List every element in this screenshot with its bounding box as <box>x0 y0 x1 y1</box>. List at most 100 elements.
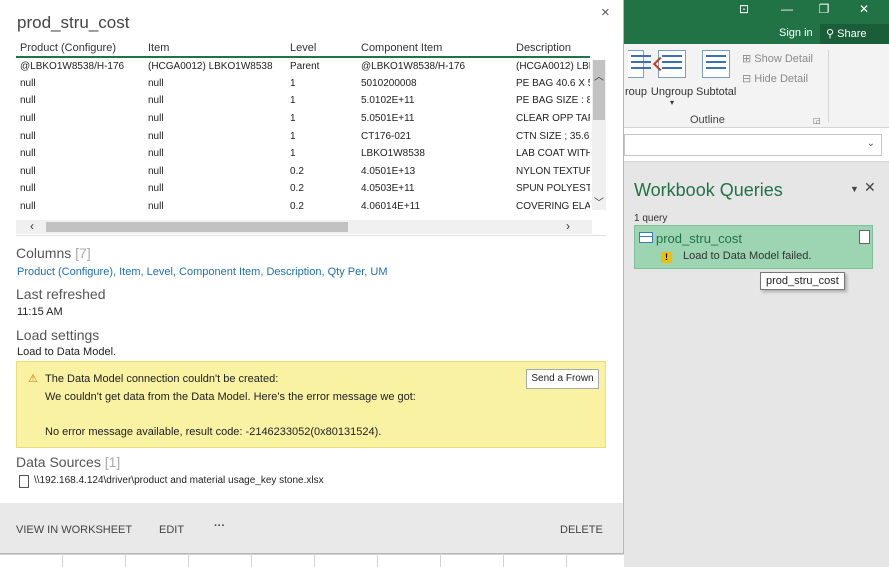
column-header: Component Item <box>357 40 512 58</box>
table-cell: null <box>148 113 164 125</box>
error-line-3: No error message available, result code:… <box>45 426 382 438</box>
table-cell: SPUN POLYESTE <box>516 183 590 195</box>
show-detail-label: Show Detail <box>754 53 813 65</box>
popup-footer: VIEW IN WORKSHEET EDIT ··· DELETE <box>0 503 623 553</box>
table-cell: 1 <box>290 113 296 125</box>
table-cell: null <box>148 183 164 195</box>
ungroup-label: Ungroup <box>650 86 694 98</box>
last-refreshed-heading: Last refreshed <box>16 286 106 302</box>
column-header: Item <box>144 40 286 58</box>
table-row: null null 1 5.0102E+11 PE BAG SIZE : 82 <box>16 92 590 110</box>
table-cell: null <box>20 130 36 142</box>
query-card[interactable]: prod_stru_cost ! Load to Data Model fail… <box>634 225 873 269</box>
document-icon[interactable] <box>859 230 870 244</box>
vertical-scrollbar[interactable]: ︿ ﹀ <box>592 60 606 210</box>
table-row: null null 0.2 4.0503E+11 SPUN POLYESTE <box>16 180 590 198</box>
chevron-up-icon[interactable]: ︿ <box>592 68 606 83</box>
subtotal-button[interactable]: Subtotal <box>696 50 736 98</box>
preview-table: Product (Configure) Item Level Component… <box>16 40 590 215</box>
chevron-down-icon[interactable]: ﹀ <box>592 194 606 209</box>
table-cell: 4.0503E+11 <box>361 183 415 195</box>
table-cell: 5.0102E+11 <box>361 95 415 107</box>
data-sources-heading: Data Sources [1] <box>16 454 120 470</box>
more-options-button[interactable]: ··· <box>214 520 225 532</box>
table-cell: null <box>20 201 36 213</box>
table-cell: null <box>148 95 164 107</box>
sign-in-link[interactable]: Sign in <box>779 27 813 39</box>
pane-close-icon[interactable]: ✕ <box>864 179 876 196</box>
query-count: 1 query <box>634 213 668 224</box>
table-row: @LBKO1W8538/H-176 (HCGA0012) LBKO1W8538 … <box>16 57 590 75</box>
file-icon <box>19 475 29 488</box>
table-cell: null <box>148 130 164 142</box>
columns-list[interactable]: Product (Configure), Item, Level, Compon… <box>17 266 387 278</box>
error-line-1: The Data Model connection couldn't be cr… <box>45 373 279 385</box>
restore-icon[interactable]: ❐ <box>804 1 844 19</box>
subtotal-icon <box>702 50 730 78</box>
workbook-queries-title: Workbook Queries <box>634 180 783 200</box>
table-cell: null <box>148 201 164 213</box>
ribbon-separator <box>828 50 829 122</box>
warning-icon: ! <box>661 252 672 263</box>
error-message-box: ⚠ The Data Model connection couldn't be … <box>16 361 606 448</box>
last-refreshed-value: 11:15 AM <box>17 306 63 318</box>
table-row: null null 0.2 4.0501E+13 NYLON TEXTUR <box>16 163 590 181</box>
data-sources-heading-label: Data Sources <box>16 454 101 470</box>
edit-button[interactable]: EDIT <box>159 524 184 536</box>
table-cell: PE BAG 40.6 X 5 <box>516 77 590 89</box>
horizontal-scrollbar[interactable]: ‹ › <box>16 219 592 234</box>
column-header: Level <box>286 40 357 58</box>
group-icon <box>628 50 651 78</box>
table-cell: null <box>20 95 36 107</box>
view-in-worksheet-button[interactable]: VIEW IN WORKSHEET <box>16 524 132 536</box>
outline-group-label: Outline <box>690 114 725 126</box>
popup-title: prod_stru_cost <box>17 13 130 32</box>
person-icon: ⚲ <box>826 28 838 40</box>
minimize-icon[interactable]: — <box>767 1 807 19</box>
chevron-down-icon: ▾ <box>669 98 674 107</box>
share-label: Share <box>837 28 867 40</box>
ribbon-display-options-icon[interactable]: ⊡ <box>724 1 764 19</box>
table-icon <box>639 232 653 243</box>
share-button[interactable]: ⚲ Share <box>820 24 889 44</box>
table-row: null null 1 LBKO1W8538 LAB COAT WITH <box>16 145 590 163</box>
table-cell: null <box>20 113 36 125</box>
chevron-right-icon[interactable]: › <box>566 219 570 233</box>
table-cell: CLEAR OPP TAP <box>516 113 590 125</box>
table-cell: CT176-021 <box>361 130 412 142</box>
table-cell: 4.06014E+11 <box>361 201 421 213</box>
table-cell: 1 <box>290 130 296 142</box>
chevron-left-icon[interactable]: ‹ <box>30 219 34 233</box>
worksheet-grid[interactable] <box>0 554 624 567</box>
columns-heading-label: Columns <box>16 245 72 261</box>
ungroup-icon <box>658 50 686 78</box>
formula-input[interactable]: ⌄ <box>624 134 882 156</box>
hide-detail-label: Hide Detail <box>754 73 809 85</box>
query-name[interactable]: prod_stru_cost <box>656 231 742 246</box>
data-preview: Product (Configure) Item Level Component… <box>16 40 606 236</box>
close-window-icon[interactable]: ✕ <box>844 1 884 19</box>
table-cell: 1 <box>290 148 296 160</box>
table-cell: COVERING ELAS <box>516 201 590 213</box>
send-a-frown-button[interactable]: Send a Frown <box>526 369 599 389</box>
delete-button[interactable]: DELETE <box>560 524 603 536</box>
table-cell: 1 <box>290 95 296 107</box>
hide-detail-button[interactable]: ⊟ Hide Detail <box>742 72 808 85</box>
table-cell: (HCGA0012) LBKO1W8538 <box>148 60 273 72</box>
group-button[interactable]: roup <box>624 50 651 98</box>
table-cell: NYLON TEXTUR <box>516 165 590 177</box>
workbook-queries-pane: Workbook Queries ▼ ✕ 1 query prod_stru_c… <box>624 162 889 567</box>
table-cell: Parent <box>290 60 320 72</box>
horizontal-scroll-thumb[interactable] <box>46 222 348 232</box>
table-cell: (HCGA0012) LBK <box>516 60 590 72</box>
dialog-launcher-icon[interactable]: ◲ <box>813 116 821 125</box>
chevron-down-icon[interactable]: ⌄ <box>867 138 875 149</box>
table-cell: null <box>20 165 36 177</box>
show-detail-button[interactable]: ⊞ Show Detail <box>742 52 813 65</box>
ungroup-button[interactable]: Ungroup ▾ <box>650 50 694 107</box>
column-header: Description <box>512 40 590 58</box>
pane-options-icon[interactable]: ▼ <box>850 184 859 194</box>
table-cell: 0.2 <box>290 201 304 213</box>
warning-icon: ⚠ <box>28 373 38 385</box>
close-icon[interactable]: × <box>601 4 610 21</box>
